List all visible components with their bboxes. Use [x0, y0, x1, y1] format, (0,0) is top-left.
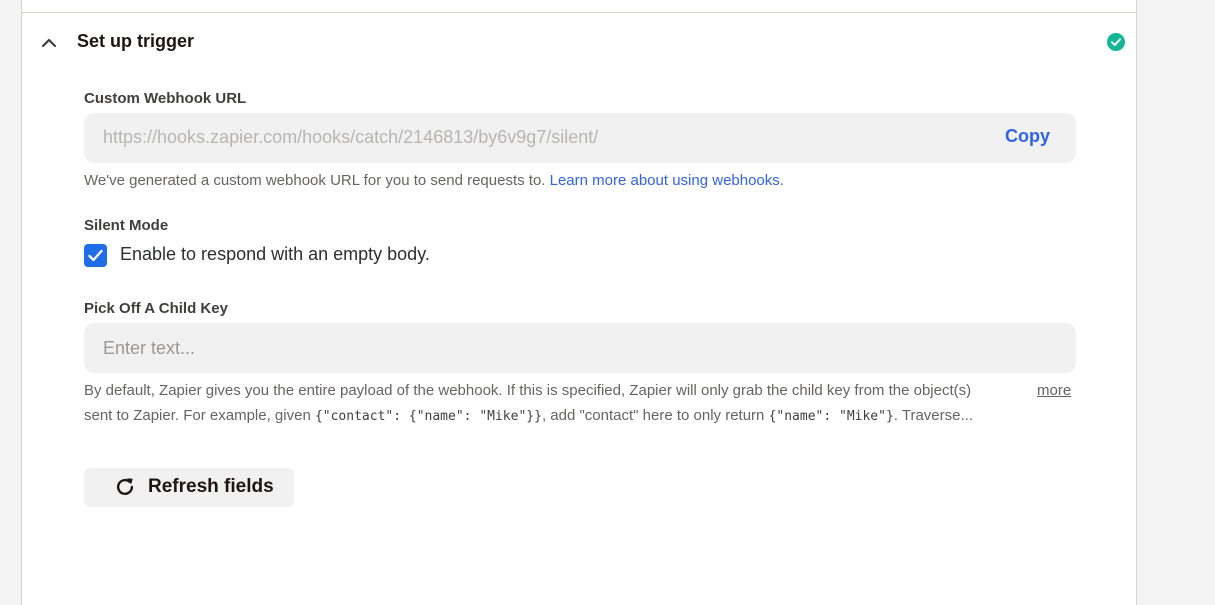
child-key-description-line1: By default, Zapier gives you the entire … [84, 382, 972, 399]
desc-text-a: sent to Zapier. For example, given [84, 407, 315, 424]
refresh-fields-button[interactable]: Refresh fields [84, 468, 294, 507]
webhook-url-label: Custom Webhook URL [84, 90, 247, 107]
refresh-icon [116, 478, 134, 496]
desc-text-c: . Traverse... [893, 407, 973, 424]
chevron-up-icon[interactable] [39, 33, 59, 53]
webhook-url-value[interactable]: https://hooks.zapier.com/hooks/catch/214… [103, 127, 598, 148]
checkmark-icon [88, 249, 103, 262]
child-key-input[interactable] [84, 323, 1076, 373]
webhook-help-suffix: . [779, 172, 784, 189]
refresh-fields-label: Refresh fields [148, 476, 274, 497]
webhook-help-text: We've generated a custom webhook URL for… [84, 172, 784, 189]
check-circle-icon [1107, 33, 1125, 51]
copy-button[interactable]: Copy [1005, 126, 1050, 147]
child-key-description-line2: sent to Zapier. For example, given {"con… [84, 407, 1024, 424]
section-title: Set up trigger [77, 31, 195, 51]
desc-code-example-2: {"name": "Mike"} [768, 409, 894, 424]
section-header[interactable]: Set up trigger [22, 13, 1136, 73]
silent-mode-checkbox[interactable] [84, 244, 107, 267]
trigger-panel: Set up trigger Custom Webhook URL https:… [21, 0, 1137, 605]
desc-text-b: , add "contact" here to only return [541, 407, 769, 424]
desc-code-example-1: {"contact": {"name": "Mike"}} [314, 409, 542, 424]
learn-more-link[interactable]: Learn more about using webhooks [550, 172, 780, 189]
silent-mode-label: Silent Mode [84, 217, 169, 234]
silent-mode-checkbox-label[interactable]: Enable to respond with an empty body. [120, 244, 430, 265]
webhook-help-message: We've generated a custom webhook URL for… [84, 172, 550, 189]
child-key-label: Pick Off A Child Key [84, 300, 228, 317]
webhook-url-field[interactable]: https://hooks.zapier.com/hooks/catch/214… [84, 113, 1076, 163]
more-link[interactable]: more [1037, 382, 1071, 399]
